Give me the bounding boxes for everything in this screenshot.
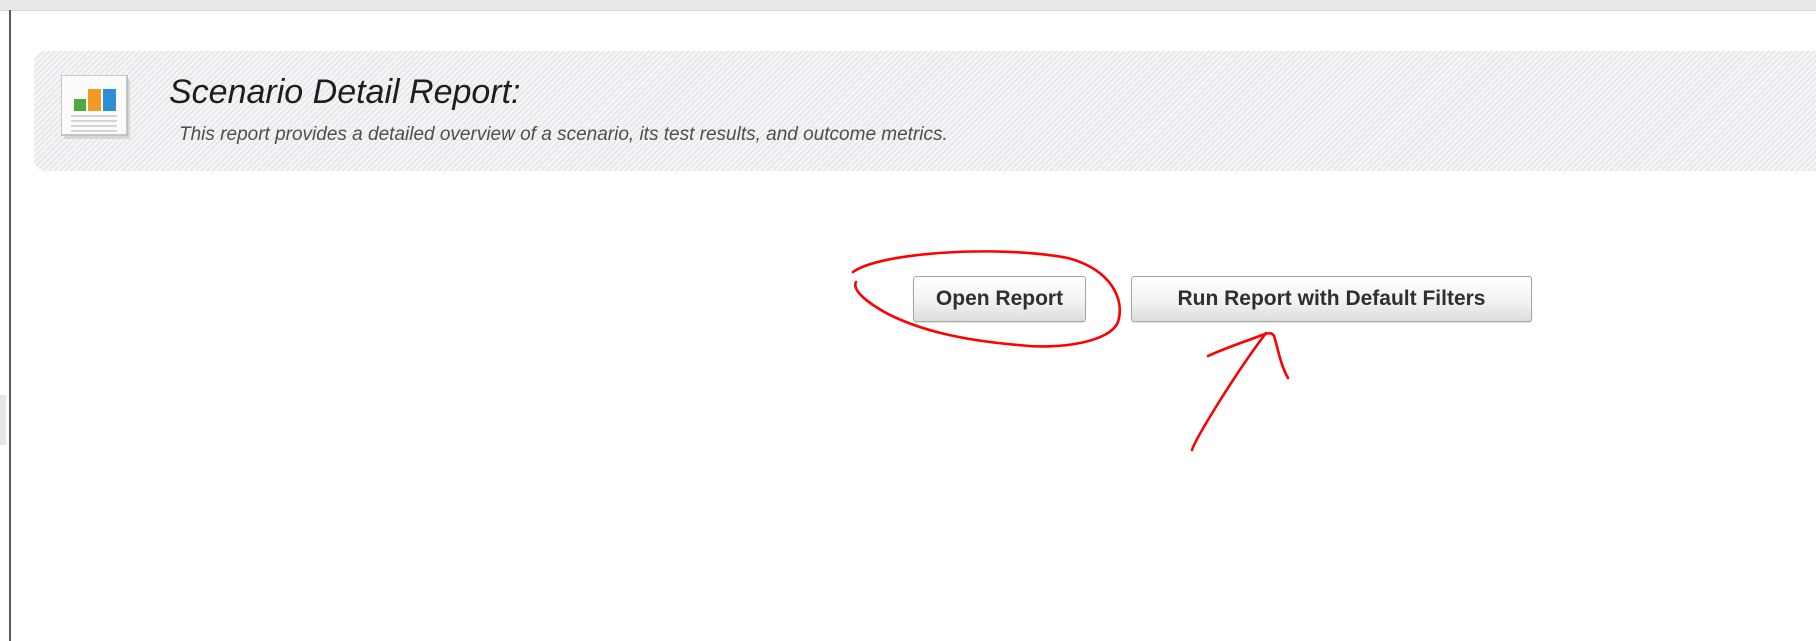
report-header-banner: Scenario Detail Report: This report prov… (34, 51, 1816, 171)
report-description: This report provides a detailed overview… (179, 124, 948, 145)
open-report-button[interactable]: Open Report (913, 276, 1086, 322)
report-title: Scenario Detail Report: (169, 73, 521, 111)
left-border (9, 10, 11, 641)
run-report-default-filters-button[interactable]: Run Report with Default Filters (1131, 276, 1532, 322)
report-page: Scenario Detail Report: This report prov… (0, 0, 1816, 641)
chart-bar-blue (103, 89, 116, 111)
red-arrowhead (1206, 331, 1290, 380)
chart-bar-orange (88, 89, 101, 111)
report-chart-icon (61, 75, 130, 139)
chart-bar-green (74, 99, 86, 111)
scrollbar-edge (0, 395, 6, 445)
red-arrow-shaft (1190, 331, 1268, 452)
top-border (0, 0, 1816, 11)
